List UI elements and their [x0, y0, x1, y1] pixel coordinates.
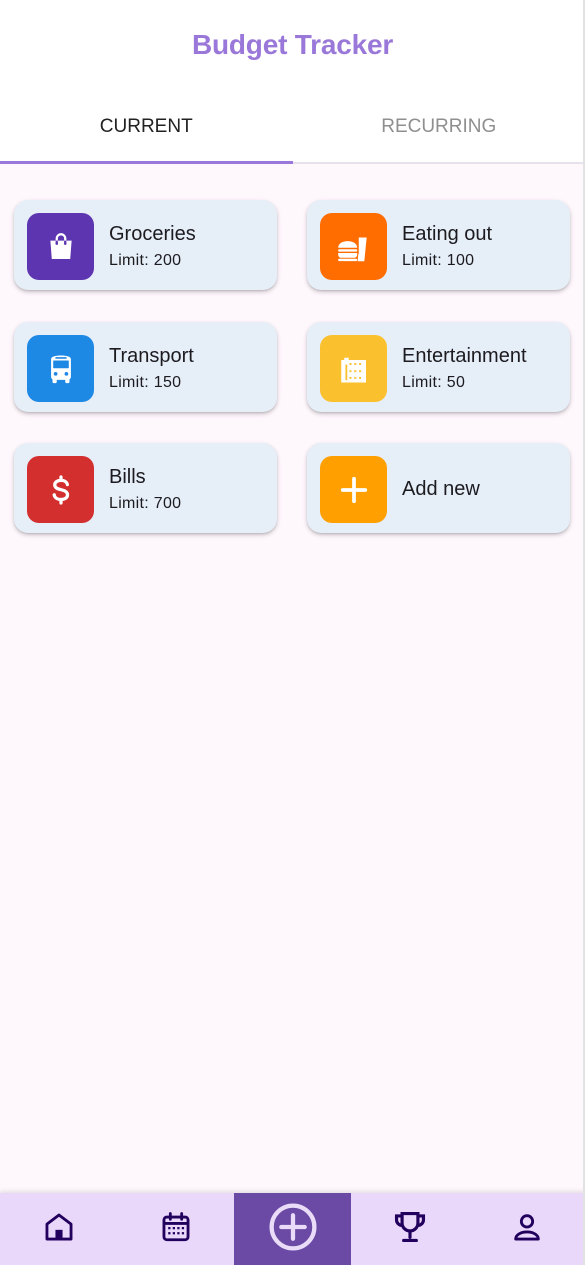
category-limit: Limit: 200 — [109, 252, 182, 269]
category-name: Transport — [109, 345, 194, 367]
fastfood-icon — [320, 213, 387, 280]
film-icon — [320, 335, 387, 402]
bus-icon — [27, 335, 94, 402]
add-new-label: Add new — [402, 478, 480, 500]
category-limit: Limit: 150 — [109, 374, 182, 391]
dollar-icon — [27, 456, 94, 523]
category-name: Eating out — [402, 223, 493, 245]
nav-trophy[interactable] — [351, 1193, 468, 1265]
category-limit: Limit: 700 — [109, 495, 182, 512]
category-name: Bills — [109, 466, 146, 488]
category-limit: Limit: 50 — [402, 374, 466, 391]
category-card-transport[interactable]: Transport Limit: 150 — [14, 322, 277, 412]
nav-home[interactable] — [0, 1193, 117, 1265]
category-card-eating-out[interactable]: Eating out Limit: 100 — [307, 200, 570, 290]
category-limit: Limit: 100 — [402, 252, 475, 269]
category-card-entertainment[interactable]: Entertainment Limit: 50 — [307, 322, 570, 412]
tab-bar: CURRENT RECURRING — [0, 92, 585, 164]
person-icon — [510, 1210, 544, 1249]
nav-add[interactable] — [234, 1193, 351, 1265]
category-name: Groceries — [109, 223, 196, 245]
plus-icon — [320, 456, 387, 523]
page-title: Budget Tracker — [191, 29, 394, 60]
tab-current[interactable]: CURRENT — [0, 92, 293, 164]
bottom-navigation — [0, 1193, 585, 1265]
nav-calendar[interactable] — [117, 1193, 234, 1265]
nav-profile[interactable] — [468, 1193, 585, 1265]
calendar-icon — [159, 1210, 193, 1249]
tab-recurring[interactable]: RECURRING — [293, 92, 585, 162]
category-name: Entertainment — [402, 345, 527, 367]
add-circle-icon — [266, 1200, 320, 1259]
shopping-bag-icon — [27, 213, 94, 280]
trophy-icon — [391, 1208, 429, 1251]
add-category-button[interactable]: Add new — [307, 443, 570, 533]
home-icon — [42, 1210, 76, 1249]
app-bar: Budget Tracker — [0, 0, 585, 92]
category-card-groceries[interactable]: Groceries Limit: 200 — [14, 200, 277, 290]
category-card-bills[interactable]: Bills Limit: 700 — [14, 443, 277, 533]
